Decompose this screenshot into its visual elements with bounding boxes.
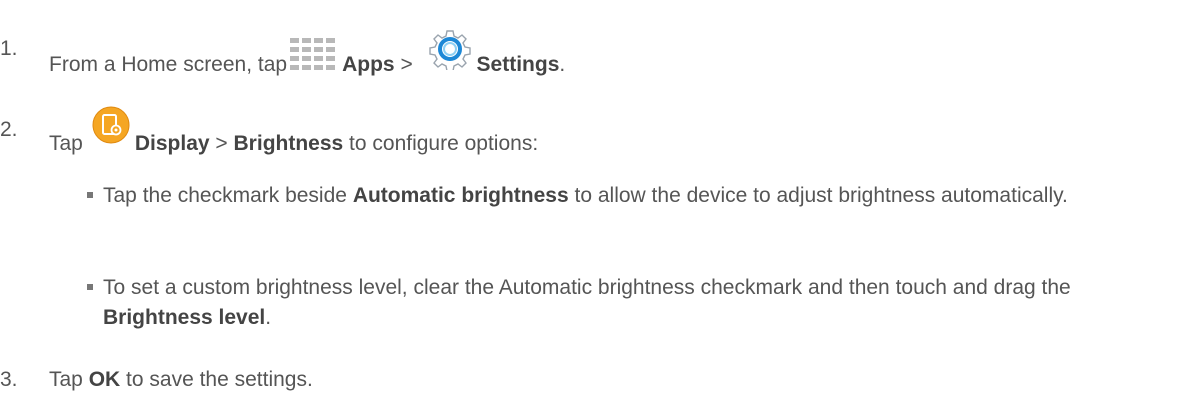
step-number: 2. xyxy=(0,118,18,141)
apps-grid-cell xyxy=(314,56,324,61)
end-punct: . xyxy=(559,53,566,76)
step-text: Tap Display > Brightness to configure op… xyxy=(49,106,539,157)
apps-grid-cell xyxy=(302,38,312,43)
apps-grid-cell xyxy=(290,47,300,52)
apps-grid-cell xyxy=(326,56,336,61)
bullet-text-after: to allow the device to adjust brightness… xyxy=(574,184,1068,207)
step-text: Tap OK to save the settings. xyxy=(49,367,313,393)
separator: > xyxy=(215,132,228,155)
step-text: From a Home screen, tap Apps > Settings. xyxy=(49,30,566,78)
apps-grid-cell xyxy=(314,65,324,70)
bullet-bold: Automatic brightness xyxy=(352,184,569,207)
apps-grid-cell xyxy=(314,47,324,52)
bullet-item: To set a custom brightness level, clear … xyxy=(87,273,1173,333)
display-label: Display xyxy=(134,132,210,155)
apps-label: Apps xyxy=(342,53,395,76)
bullet-bold: Brightness level xyxy=(103,306,266,329)
bullet-text-after: . xyxy=(265,306,272,329)
apps-grid-icon xyxy=(289,36,337,78)
bullet-item: Tap the checkmark beside Automatic brigh… xyxy=(87,181,1173,211)
apps-grid-cell xyxy=(290,65,300,70)
step-number: 3. xyxy=(0,368,18,391)
apps-grid-cell xyxy=(326,65,336,70)
bullet-marker xyxy=(87,192,93,198)
step-text-before: From a Home screen, tap xyxy=(49,53,288,76)
step-text-after: to configure options: xyxy=(349,132,539,155)
apps-grid-cell xyxy=(314,38,324,43)
settings-gear-icon xyxy=(428,30,471,70)
step-text-before: Tap xyxy=(49,368,83,391)
apps-grid-cell xyxy=(290,56,300,61)
settings-label: Settings xyxy=(476,53,560,76)
apps-grid-cell xyxy=(326,47,336,52)
step-number: 1. xyxy=(0,37,18,60)
step-text-after: to save the settings. xyxy=(126,368,313,391)
ok-label: OK xyxy=(88,368,121,391)
apps-grid-cell xyxy=(326,38,336,43)
apps-grid-cell xyxy=(302,56,312,61)
apps-grid-cell xyxy=(302,47,312,52)
brightness-label: Brightness xyxy=(233,132,344,155)
bullet-marker xyxy=(87,284,93,290)
bullet-text-before: To set a custom brightness level, clear … xyxy=(103,276,1071,299)
step-text-before: Tap xyxy=(49,132,83,155)
apps-grid-cell xyxy=(302,65,312,70)
display-settings-icon xyxy=(92,106,130,144)
bullet-text-before: Tap the checkmark beside xyxy=(103,184,347,207)
apps-grid-cell xyxy=(290,38,300,43)
separator: > xyxy=(400,53,413,76)
